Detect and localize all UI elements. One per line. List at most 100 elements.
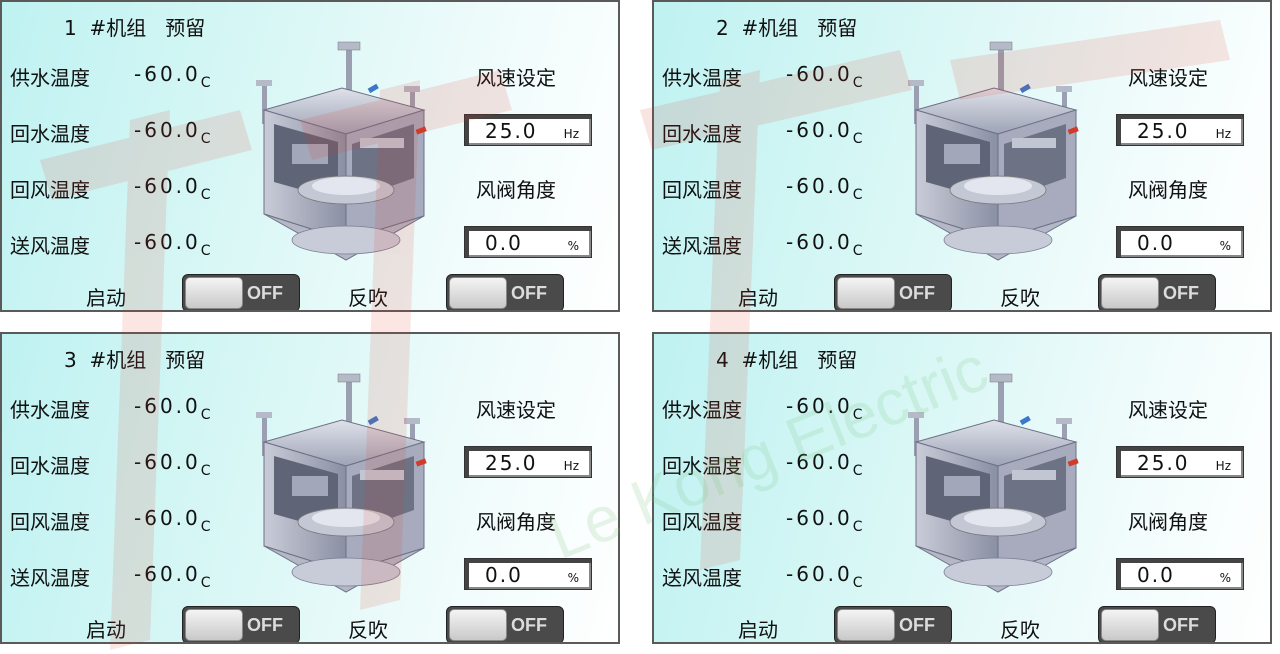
reverse-blow-toggle[interactable]: OFF — [1098, 274, 1216, 310]
reverse-blow-toggle-state: OFF — [511, 615, 547, 635]
damper-angle-input[interactable]: 0.0 % — [464, 226, 592, 258]
supply-air-temp-value: -60.0C — [786, 230, 863, 259]
toggle-knob — [837, 277, 895, 309]
return-water-temp-label: 回水温度 — [662, 122, 742, 146]
fan-speed-input[interactable]: 25.0 Hz — [464, 446, 592, 478]
supply-water-temp-value: -60.0C — [134, 394, 211, 423]
return-air-temp-value: -60.0C — [786, 506, 863, 535]
supply-air-temp-value: -60.0C — [134, 562, 211, 591]
toggle-knob — [185, 609, 243, 641]
unit-title: 3 #机组 预留 — [64, 348, 206, 372]
return-air-temp-label: 回风温度 — [10, 510, 90, 534]
air-handling-unit-icon — [256, 41, 427, 261]
fan-speed-value: 25.0 — [485, 119, 538, 143]
unit-panel-4: 4 #机组 预留 供水温度 -60.0C 回水温度 -60.0C 回风温度 -6… — [652, 332, 1272, 644]
damper-angle-unit: % — [567, 239, 579, 253]
fan-speed-label: 风速设定 — [1128, 66, 1208, 90]
start-label: 启动 — [738, 286, 778, 310]
damper-angle-value: 0.0 — [485, 563, 523, 587]
supply-air-temp-value: -60.0C — [134, 230, 211, 259]
damper-angle-unit: % — [1219, 239, 1231, 253]
return-water-temp-value: -60.0C — [786, 118, 863, 147]
return-air-temp-label: 回风温度 — [662, 510, 742, 534]
reverse-blow-label: 反吹 — [348, 286, 388, 310]
toggle-knob — [449, 277, 507, 309]
supply-water-temp-label: 供水温度 — [662, 398, 742, 422]
supply-air-temp-label: 送风温度 — [10, 234, 90, 258]
reverse-blow-label: 反吹 — [1000, 618, 1040, 642]
reverse-blow-toggle-state: OFF — [1163, 283, 1199, 303]
reverse-blow-label: 反吹 — [1000, 286, 1040, 310]
start-toggle-state: OFF — [899, 615, 935, 635]
supply-water-temp-value: -60.0C — [786, 62, 863, 91]
fan-speed-unit: Hz — [1215, 459, 1231, 473]
toggle-knob — [1101, 277, 1159, 309]
supply-air-temp-label: 送风温度 — [662, 234, 742, 258]
reverse-blow-toggle-state: OFF — [511, 283, 547, 303]
toggle-knob — [837, 609, 895, 641]
return-air-temp-label: 回风温度 — [10, 178, 90, 202]
fan-speed-input[interactable]: 25.0 Hz — [464, 114, 592, 146]
start-toggle-state: OFF — [247, 283, 283, 303]
toggle-knob — [449, 609, 507, 641]
supply-water-temp-value: -60.0C — [786, 394, 863, 423]
return-water-temp-label: 回水温度 — [10, 454, 90, 478]
supply-water-temp-label: 供水温度 — [10, 66, 90, 90]
toggle-knob — [185, 277, 243, 309]
supply-water-temp-value: -60.0C — [134, 62, 211, 91]
fan-speed-value: 25.0 — [1137, 119, 1190, 143]
unit-title: 4 #机组 预留 — [716, 348, 858, 372]
toggle-knob — [1101, 609, 1159, 641]
supply-air-temp-label: 送风温度 — [662, 566, 742, 590]
supply-water-temp-label: 供水温度 — [662, 66, 742, 90]
start-label: 启动 — [86, 286, 126, 310]
fan-speed-value: 25.0 — [1137, 451, 1190, 475]
fan-speed-unit: Hz — [563, 459, 579, 473]
fan-speed-label: 风速设定 — [476, 398, 556, 422]
return-water-temp-value: -60.0C — [134, 118, 211, 147]
start-toggle[interactable]: OFF — [834, 274, 952, 310]
unit-title: 2 #机组 预留 — [716, 16, 858, 40]
fan-speed-unit: Hz — [563, 127, 579, 141]
damper-angle-value: 0.0 — [1137, 563, 1175, 587]
return-water-temp-value: -60.0C — [134, 450, 211, 479]
return-air-temp-value: -60.0C — [134, 506, 211, 535]
reverse-blow-toggle[interactable]: OFF — [1098, 606, 1216, 642]
supply-water-temp-label: 供水温度 — [10, 398, 90, 422]
supply-air-temp-label: 送风温度 — [10, 566, 90, 590]
damper-angle-input[interactable]: 0.0 % — [1116, 226, 1244, 258]
reverse-blow-toggle[interactable]: OFF — [446, 274, 564, 310]
start-toggle[interactable]: OFF — [834, 606, 952, 642]
return-water-temp-label: 回水温度 — [10, 122, 90, 146]
start-toggle[interactable]: OFF — [182, 606, 300, 642]
return-air-temp-label: 回风温度 — [662, 178, 742, 202]
air-handling-unit-icon — [256, 373, 427, 593]
damper-angle-input[interactable]: 0.0 % — [464, 558, 592, 590]
supply-air-temp-value: -60.0C — [786, 562, 863, 591]
return-air-temp-value: -60.0C — [786, 174, 863, 203]
fan-speed-label: 风速设定 — [1128, 398, 1208, 422]
return-water-temp-label: 回水温度 — [662, 454, 742, 478]
start-toggle[interactable]: OFF — [182, 274, 300, 310]
damper-angle-label: 风阀角度 — [476, 178, 556, 202]
damper-angle-value: 0.0 — [1137, 231, 1175, 255]
air-handling-unit-icon — [908, 373, 1079, 593]
damper-angle-unit: % — [1219, 571, 1231, 585]
return-water-temp-value: -60.0C — [786, 450, 863, 479]
damper-angle-label: 风阀角度 — [1128, 178, 1208, 202]
damper-angle-unit: % — [567, 571, 579, 585]
damper-angle-input[interactable]: 0.0 % — [1116, 558, 1244, 590]
unit-panel-1: 1 #机组 预留 供水温度 -60.0C 回水温度 -60.0C 回风温度 -6… — [0, 0, 620, 312]
start-toggle-state: OFF — [899, 283, 935, 303]
unit-title: 1 #机组 预留 — [64, 16, 206, 40]
fan-speed-unit: Hz — [1215, 127, 1231, 141]
unit-panel-3: 3 #机组 预留 供水温度 -60.0C 回水温度 -60.0C 回风温度 -6… — [0, 332, 620, 644]
damper-angle-value: 0.0 — [485, 231, 523, 255]
fan-speed-input[interactable]: 25.0 Hz — [1116, 446, 1244, 478]
start-toggle-state: OFF — [247, 615, 283, 635]
fan-speed-label: 风速设定 — [476, 66, 556, 90]
fan-speed-input[interactable]: 25.0 Hz — [1116, 114, 1244, 146]
air-handling-unit-icon — [908, 41, 1079, 261]
start-label: 启动 — [738, 618, 778, 642]
reverse-blow-toggle[interactable]: OFF — [446, 606, 564, 642]
